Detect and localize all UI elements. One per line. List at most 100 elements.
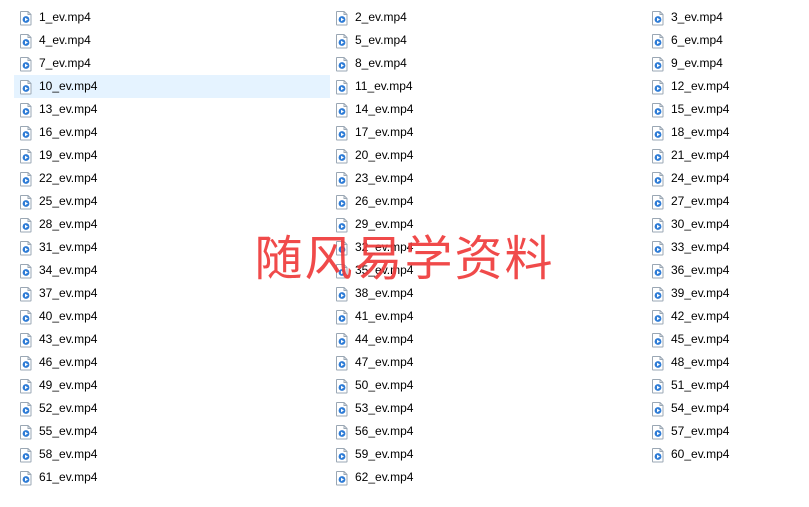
file-list-pane[interactable]: 1_ev.mp44_ev.mp47_ev.mp410_ev.mp413_ev.m… xyxy=(0,0,809,507)
video-file-icon xyxy=(18,447,34,463)
file-item[interactable]: 18_ev.mp4 xyxy=(646,121,806,144)
file-name-label: 10_ev.mp4 xyxy=(39,75,97,98)
file-name-label: 46_ev.mp4 xyxy=(39,351,97,374)
file-item[interactable]: 22_ev.mp4 xyxy=(14,167,330,190)
file-item[interactable]: 43_ev.mp4 xyxy=(14,328,330,351)
file-item[interactable]: 26_ev.mp4 xyxy=(330,190,646,213)
file-item[interactable]: 4_ev.mp4 xyxy=(14,29,330,52)
video-file-icon xyxy=(650,10,666,26)
video-file-icon xyxy=(18,125,34,141)
file-item[interactable]: 53_ev.mp4 xyxy=(330,397,646,420)
file-name-label: 6_ev.mp4 xyxy=(671,29,723,52)
file-item[interactable]: 11_ev.mp4 xyxy=(330,75,646,98)
video-file-icon xyxy=(650,217,666,233)
video-file-icon xyxy=(18,56,34,72)
file-item[interactable]: 25_ev.mp4 xyxy=(14,190,330,213)
file-item[interactable]: 39_ev.mp4 xyxy=(646,282,806,305)
video-file-icon xyxy=(650,447,666,463)
file-name-label: 61_ev.mp4 xyxy=(39,466,97,489)
file-item[interactable]: 14_ev.mp4 xyxy=(330,98,646,121)
file-item[interactable]: 41_ev.mp4 xyxy=(330,305,646,328)
file-item[interactable]: 46_ev.mp4 xyxy=(14,351,330,374)
file-name-label: 35_ev.mp4 xyxy=(355,259,413,282)
file-item[interactable]: 17_ev.mp4 xyxy=(330,121,646,144)
file-name-label: 43_ev.mp4 xyxy=(39,328,97,351)
video-file-icon xyxy=(650,424,666,440)
file-item[interactable]: 40_ev.mp4 xyxy=(14,305,330,328)
file-name-label: 2_ev.mp4 xyxy=(355,6,407,29)
file-item[interactable]: 15_ev.mp4 xyxy=(646,98,806,121)
file-item[interactable]: 1_ev.mp4 xyxy=(14,6,330,29)
file-item[interactable]: 48_ev.mp4 xyxy=(646,351,806,374)
file-item[interactable]: 23_ev.mp4 xyxy=(330,167,646,190)
file-item[interactable]: 16_ev.mp4 xyxy=(14,121,330,144)
file-item[interactable]: 2_ev.mp4 xyxy=(330,6,646,29)
file-item[interactable]: 34_ev.mp4 xyxy=(14,259,330,282)
video-file-icon xyxy=(650,194,666,210)
file-item[interactable]: 56_ev.mp4 xyxy=(330,420,646,443)
file-name-label: 5_ev.mp4 xyxy=(355,29,407,52)
video-file-icon xyxy=(334,447,350,463)
file-item[interactable]: 62_ev.mp4 xyxy=(330,466,646,489)
file-item[interactable]: 57_ev.mp4 xyxy=(646,420,806,443)
file-name-label: 16_ev.mp4 xyxy=(39,121,97,144)
file-name-label: 45_ev.mp4 xyxy=(671,328,729,351)
file-item[interactable]: 7_ev.mp4 xyxy=(14,52,330,75)
file-item[interactable]: 30_ev.mp4 xyxy=(646,213,806,236)
file-item[interactable]: 58_ev.mp4 xyxy=(14,443,330,466)
file-item[interactable]: 9_ev.mp4 xyxy=(646,52,806,75)
file-item[interactable]: 38_ev.mp4 xyxy=(330,282,646,305)
file-item[interactable]: 55_ev.mp4 xyxy=(14,420,330,443)
file-item[interactable]: 36_ev.mp4 xyxy=(646,259,806,282)
file-name-label: 57_ev.mp4 xyxy=(671,420,729,443)
video-file-icon xyxy=(334,102,350,118)
file-item[interactable]: 20_ev.mp4 xyxy=(330,144,646,167)
file-name-label: 17_ev.mp4 xyxy=(355,121,413,144)
file-name-label: 20_ev.mp4 xyxy=(355,144,413,167)
file-item[interactable]: 10_ev.mp4 xyxy=(14,75,330,98)
video-file-icon xyxy=(334,470,350,486)
file-item[interactable]: 47_ev.mp4 xyxy=(330,351,646,374)
file-item[interactable]: 24_ev.mp4 xyxy=(646,167,806,190)
video-file-icon xyxy=(18,79,34,95)
file-item[interactable]: 54_ev.mp4 xyxy=(646,397,806,420)
file-item[interactable]: 60_ev.mp4 xyxy=(646,443,806,466)
file-item[interactable]: 32_ev.mp4 xyxy=(330,236,646,259)
file-name-label: 30_ev.mp4 xyxy=(671,213,729,236)
file-item[interactable]: 6_ev.mp4 xyxy=(646,29,806,52)
video-file-icon xyxy=(334,79,350,95)
file-item[interactable]: 51_ev.mp4 xyxy=(646,374,806,397)
file-item[interactable]: 49_ev.mp4 xyxy=(14,374,330,397)
file-name-label: 22_ev.mp4 xyxy=(39,167,97,190)
file-name-label: 44_ev.mp4 xyxy=(355,328,413,351)
file-name-label: 11_ev.mp4 xyxy=(355,75,413,98)
video-file-icon xyxy=(18,240,34,256)
file-item[interactable]: 33_ev.mp4 xyxy=(646,236,806,259)
file-name-label: 4_ev.mp4 xyxy=(39,29,91,52)
file-name-label: 33_ev.mp4 xyxy=(671,236,729,259)
file-item[interactable]: 13_ev.mp4 xyxy=(14,98,330,121)
file-item[interactable]: 21_ev.mp4 xyxy=(646,144,806,167)
file-item[interactable]: 42_ev.mp4 xyxy=(646,305,806,328)
file-name-label: 21_ev.mp4 xyxy=(671,144,729,167)
file-item[interactable]: 29_ev.mp4 xyxy=(330,213,646,236)
file-item[interactable]: 44_ev.mp4 xyxy=(330,328,646,351)
file-item[interactable]: 31_ev.mp4 xyxy=(14,236,330,259)
file-item[interactable]: 8_ev.mp4 xyxy=(330,52,646,75)
file-name-label: 38_ev.mp4 xyxy=(355,282,413,305)
file-item[interactable]: 5_ev.mp4 xyxy=(330,29,646,52)
file-item[interactable]: 19_ev.mp4 xyxy=(14,144,330,167)
file-item[interactable]: 45_ev.mp4 xyxy=(646,328,806,351)
file-item[interactable]: 12_ev.mp4 xyxy=(646,75,806,98)
file-name-label: 41_ev.mp4 xyxy=(355,305,413,328)
file-item[interactable]: 27_ev.mp4 xyxy=(646,190,806,213)
file-item[interactable]: 50_ev.mp4 xyxy=(330,374,646,397)
file-item[interactable]: 61_ev.mp4 xyxy=(14,466,330,489)
file-item[interactable]: 59_ev.mp4 xyxy=(330,443,646,466)
file-item[interactable]: 3_ev.mp4 xyxy=(646,6,806,29)
file-item[interactable]: 28_ev.mp4 xyxy=(14,213,330,236)
video-file-icon xyxy=(18,355,34,371)
file-item[interactable]: 35_ev.mp4 xyxy=(330,259,646,282)
file-item[interactable]: 37_ev.mp4 xyxy=(14,282,330,305)
file-item[interactable]: 52_ev.mp4 xyxy=(14,397,330,420)
